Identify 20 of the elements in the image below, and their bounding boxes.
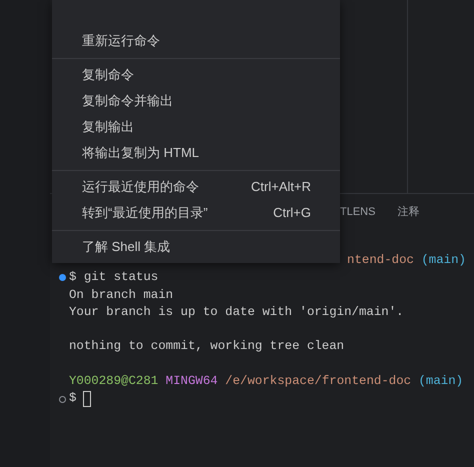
menu-item[interactable]: 运行最近使用的命令 Ctrl+Alt+R	[52, 174, 340, 200]
menu-item[interactable]: 复制命令	[52, 62, 340, 88]
cursor-icon	[83, 391, 92, 408]
shortcut-label: Ctrl+Alt+R	[251, 178, 311, 196]
panel-tab[interactable]: TLENS	[340, 204, 376, 221]
terminal-line: ntend-doc (main)	[347, 252, 466, 269]
menu-item[interactable]: 复制命令并输出	[52, 88, 340, 114]
menu-item[interactable]: 将输出复制为 HTML	[52, 140, 340, 166]
output-line: nothing to commit, working tree clean	[69, 338, 344, 356]
panel-tab[interactable]: 注释	[397, 204, 420, 221]
menu-item[interactable]: 重新运行命令	[52, 28, 340, 54]
output-line: Your branch is up to date with 'origin/main'.	[69, 304, 404, 321]
prompt-symbol: $	[69, 390, 76, 408]
menu-item[interactable]: 转到“最近使用的目录” Ctrl+G	[52, 200, 340, 226]
menu-item[interactable]: 复制输出	[52, 114, 340, 140]
prompt-line: Y000289@C281 MINGW64 /e/workspace/frontend-doc (main)	[69, 373, 464, 390]
shortcut-label: Ctrl+G	[273, 204, 311, 222]
output-line: On branch main	[69, 286, 174, 304]
command-line: $ git status	[69, 269, 158, 286]
menu-item[interactable]: 了解 Shell 集成	[52, 234, 340, 260]
